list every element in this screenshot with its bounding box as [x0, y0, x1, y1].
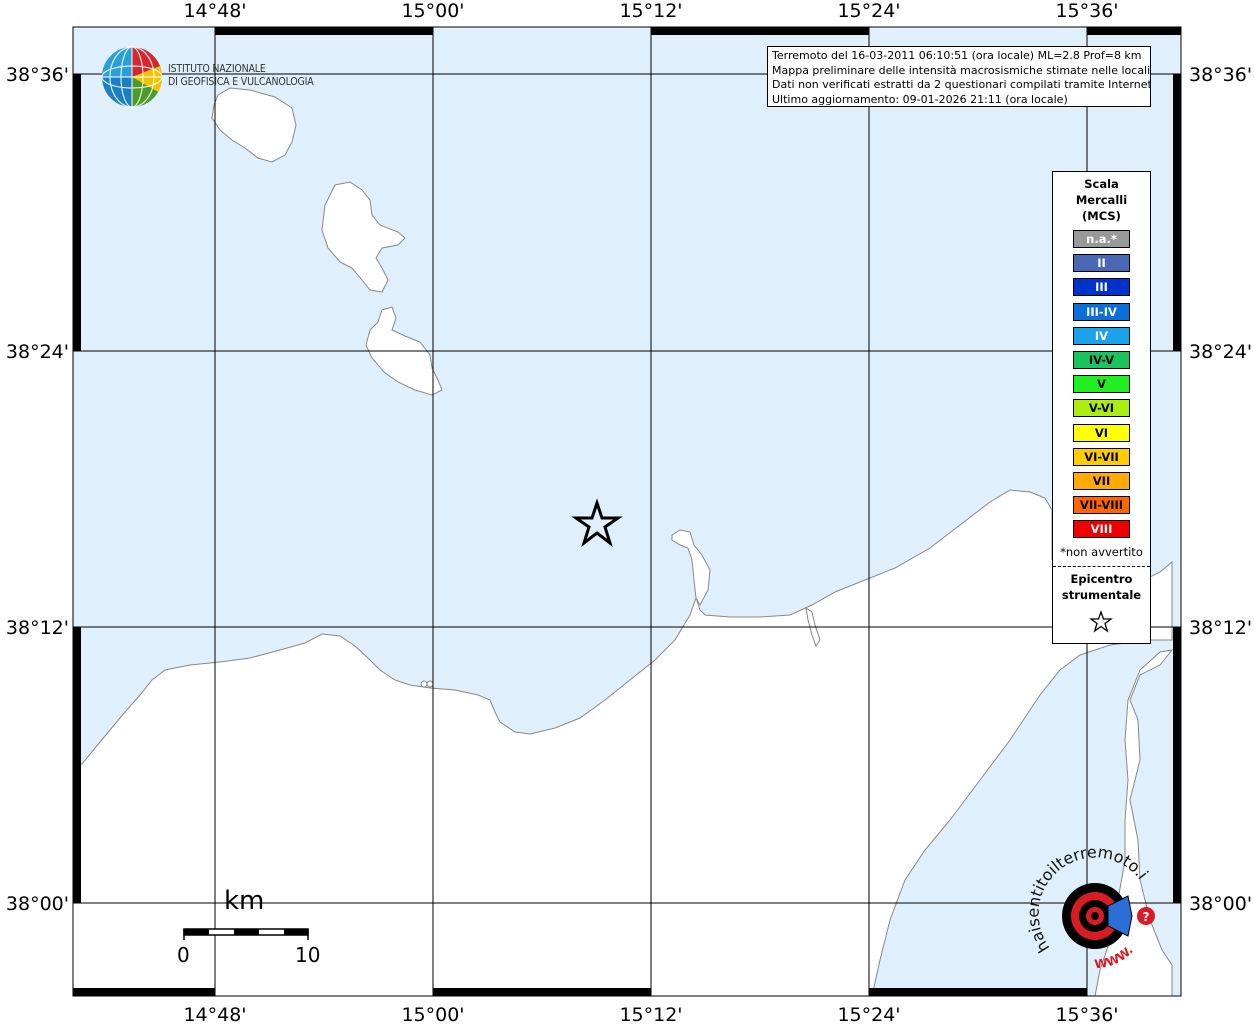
earthquake-info-box: Terremoto del 16-03-2011 06:10:51 (ora l… [767, 46, 1151, 107]
lon-label-bottom-4: 15°24' [837, 1004, 900, 1024]
legend-epicenter-title: Epicentro strumentale [1053, 571, 1150, 603]
lat-label-right-1: 38°36' [1189, 64, 1252, 86]
scale-max-label: 10 [295, 943, 321, 967]
legend-swatch: n.a.* [1073, 230, 1130, 248]
ingv-globe-icon [101, 46, 163, 108]
lon-label-bottom-5: 15°36' [1055, 1004, 1118, 1024]
lat-label-left-4: 38°00' [6, 893, 69, 915]
legend-swatch: III [1073, 278, 1130, 297]
legend-title-line2: Mercalli [1075, 193, 1128, 207]
lat-label-right-3: 38°12' [1189, 617, 1252, 639]
lon-label-top-4: 15°24' [837, 0, 900, 22]
lon-label-top-5: 15°36' [1055, 0, 1118, 22]
lon-label-top-1: 14°48' [183, 0, 246, 22]
epicenter-title-line2: strumentale [1061, 588, 1142, 602]
legend-swatch: VI [1073, 423, 1130, 442]
info-line-2: Mappa preliminare delle intensità macros… [772, 63, 1151, 77]
info-line-4: Ultimo aggiornamento: 09-01-2026 21:11 (… [772, 92, 1068, 106]
lat-label-right-2: 38°24' [1189, 341, 1252, 363]
ingv-line2: DI GEOFISICA E VULCANOLOGIA [168, 76, 314, 88]
legend-title-line3: (MCS) [1082, 209, 1121, 223]
info-line-3: Dati non verificati estratti da 2 questi… [772, 78, 1151, 91]
legend-not-felt-note: *non avvertito [1060, 545, 1143, 559]
ingv-logo-text: ISTITUTO NAZIONALE DI GEOFISICA E VULCAN… [168, 63, 314, 89]
lon-label-bottom-3: 15°12' [619, 1004, 682, 1024]
legend-star-icon [1089, 610, 1113, 633]
lon-label-top-2: 15°00' [401, 0, 464, 22]
lon-label-bottom-2: 15°00' [401, 1004, 464, 1024]
legend-title: Scala Mercalli (MCS) [1053, 176, 1150, 224]
lon-label-bottom-1: 14°48' [183, 1004, 246, 1024]
legend-swatch: VII-VIII [1073, 496, 1130, 515]
lat-label-left-1: 38°36' [6, 64, 69, 86]
scale-unit-label: km [224, 886, 265, 916]
legend-swatch: VIII [1073, 520, 1130, 539]
svg-text:?: ? [1143, 910, 1150, 924]
legend-divider [1053, 566, 1150, 567]
ingv-line1: ISTITUTO NAZIONALE [168, 63, 266, 75]
lat-label-left-2: 38°24' [6, 341, 69, 363]
epicenter-title-line1: Epicentro [1070, 572, 1133, 586]
legend-swatch: III-IV [1073, 302, 1130, 321]
legend-swatch: VI-VII [1073, 447, 1130, 466]
legend-swatch: IV-V [1073, 351, 1130, 369]
legend-swatch: V-VI [1073, 399, 1130, 418]
lat-label-right-4: 38°00' [1189, 893, 1252, 915]
mcs-legend: Scala Mercalli (MCS) n.a.* II III III-IV IV I… [1052, 171, 1151, 644]
lon-label-top-3: 15°12' [619, 0, 682, 22]
legend-swatch: V [1073, 375, 1130, 394]
scale-min-label: 0 [177, 943, 190, 967]
tindari-islet [420, 680, 434, 688]
legend-swatch: IV [1073, 326, 1130, 345]
legend-title-line1: Scala [1084, 177, 1119, 191]
legend-swatch: II [1073, 254, 1130, 273]
info-line-1: Terremoto del 16-03-2011 06:10:51 (ora l… [772, 49, 1142, 62]
legend-swatch: VII [1073, 472, 1130, 490]
lat-label-left-3: 38°12' [6, 617, 69, 639]
